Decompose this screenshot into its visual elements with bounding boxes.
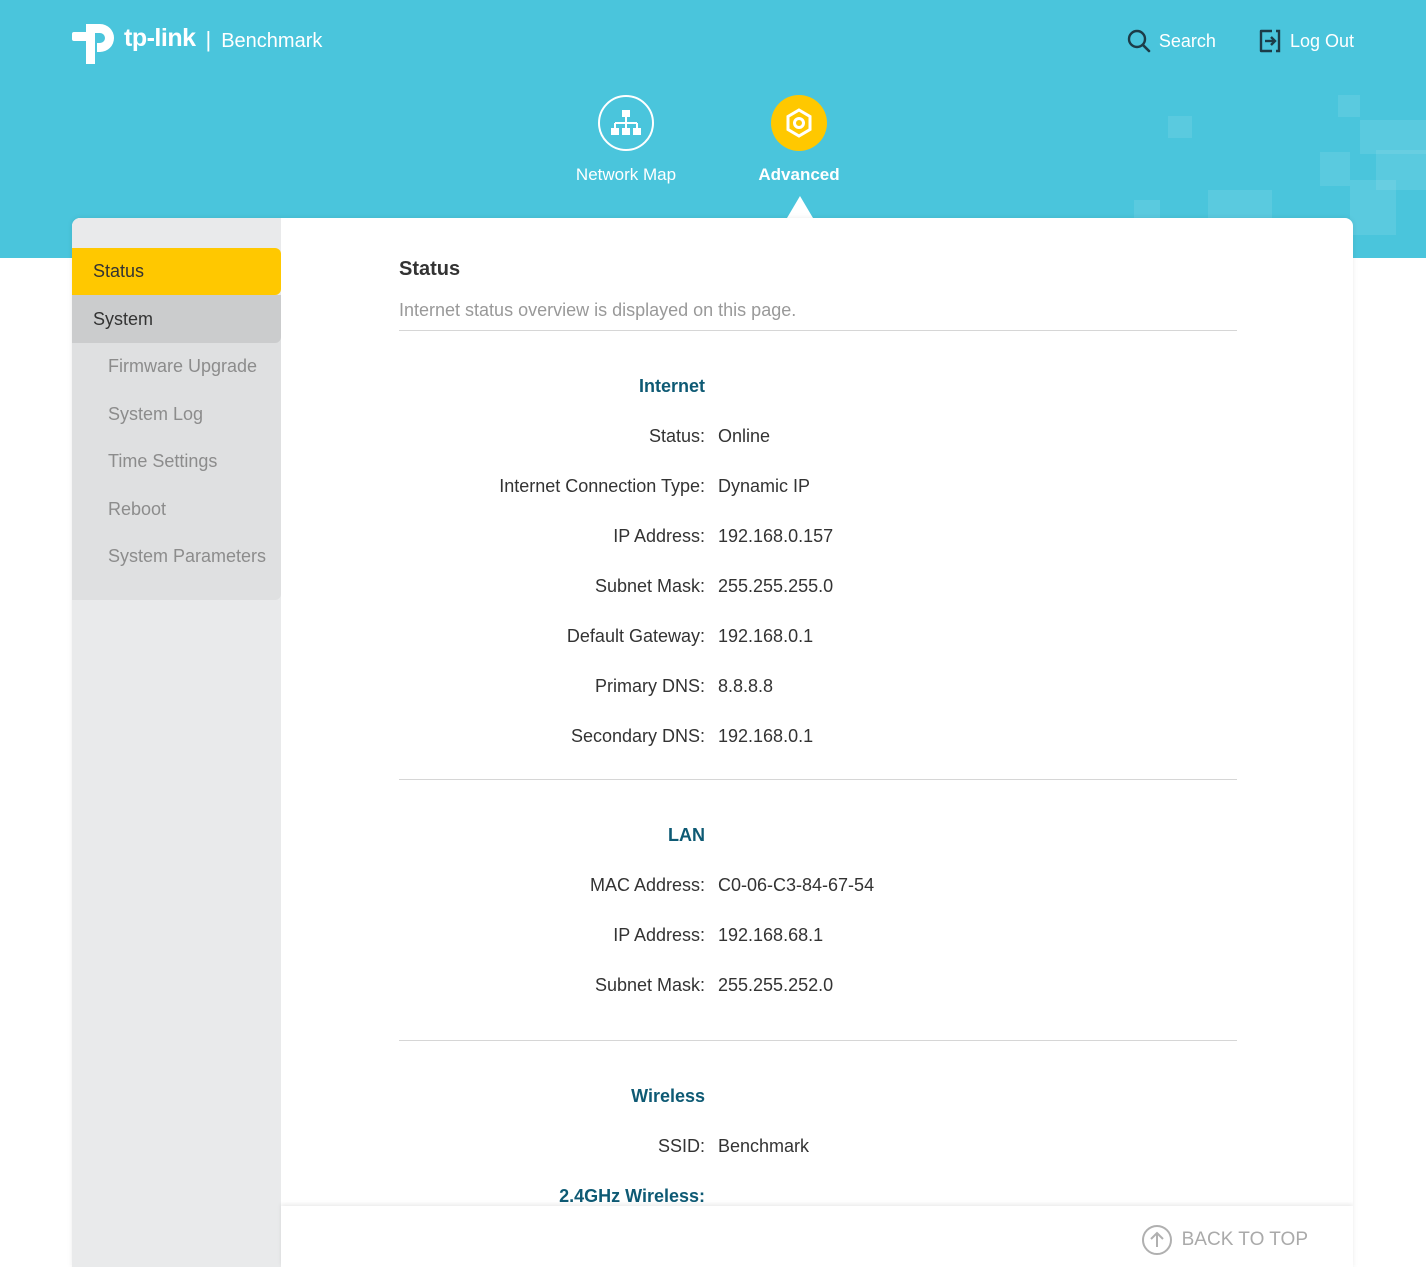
row-label: SSID: <box>657 1136 705 1156</box>
nav-network-map[interactable]: Network Map <box>556 95 696 185</box>
sidebar-item-system-log[interactable]: System Log <box>72 391 281 439</box>
arrow-up-circle-icon <box>1141 1225 1172 1255</box>
sidebar-item-status[interactable]: Status <box>72 248 281 295</box>
lan-subnet-value: 255.255.252.0 <box>718 975 834 995</box>
active-nav-pointer <box>787 196 813 218</box>
brand-name: tp-link <box>124 23 196 52</box>
advanced-gear-icon <box>771 95 827 151</box>
sidebar: Status System Firmware Upgrade System Lo… <box>72 218 281 1267</box>
wireless-24ghz-heading: 2.4GHz Wireless: <box>559 1186 705 1206</box>
nav-advanced[interactable]: Advanced <box>729 95 869 185</box>
lan-heading: LAN <box>668 825 705 845</box>
divider <box>399 330 1237 331</box>
lan-ip-value: 192.168.68.1 <box>718 925 824 945</box>
sidebar-item-time-settings[interactable]: Time Settings <box>72 438 281 486</box>
nav-network-map-label: Network Map <box>575 165 677 184</box>
row-label: Status: <box>648 426 705 446</box>
sidebar-item-firmware-upgrade[interactable]: Firmware Upgrade <box>72 343 281 391</box>
sidebar-item-system[interactable]: System <box>72 295 281 343</box>
internet-status-value: Online <box>718 426 771 446</box>
row-label: IP Address: <box>613 925 705 945</box>
internet-subnet-value: 255.255.255.0 <box>718 576 834 596</box>
page-description: Internet status overview is displayed on… <box>399 300 797 320</box>
ssid-value: Benchmark <box>718 1136 810 1156</box>
brand-separator: | <box>205 27 212 52</box>
back-to-top-button[interactable]: BACK TO TOP <box>1141 1224 1308 1256</box>
lan-mac-value: C0-06-C3-84-67-54 <box>718 875 875 895</box>
footer-bar: BACK TO TOP <box>281 1206 1353 1267</box>
internet-heading: Internet <box>638 376 705 396</box>
tp-link-logo-icon <box>72 18 120 64</box>
search-label: Search <box>1158 30 1216 51</box>
primary-dns-value: 8.8.8.8 <box>718 676 774 696</box>
logout-label: Log Out <box>1289 30 1354 51</box>
row-label: Primary DNS: <box>594 676 705 696</box>
sidebar-item-reboot[interactable]: Reboot <box>72 486 281 534</box>
row-label: Secondary DNS: <box>570 726 705 746</box>
search-button[interactable]: Search <box>1127 29 1216 53</box>
wireless-heading: Wireless <box>631 1086 705 1106</box>
network-map-icon <box>598 95 654 151</box>
search-icon <box>1127 29 1151 53</box>
default-gateway-value: 192.168.0.1 <box>718 626 814 646</box>
internet-ip-value: 192.168.0.157 <box>718 526 834 546</box>
sidebar-group-system: System Firmware Upgrade System Log Time … <box>72 295 281 600</box>
device-model: Benchmark <box>221 29 323 52</box>
row-label: MAC Address: <box>589 875 705 895</box>
row-label: Subnet Mask: <box>594 975 705 995</box>
tp-link-logo[interactable]: tp-link | Benchmark <box>72 18 322 64</box>
divider <box>399 779 1237 780</box>
connection-type-value: Dynamic IP <box>718 476 811 496</box>
sidebar-item-system-parameters[interactable]: System Parameters <box>72 533 281 581</box>
row-label: Internet Connection Type: <box>499 476 705 496</box>
main-card: Status System Firmware Upgrade System Lo… <box>72 218 1353 1267</box>
row-label: Default Gateway: <box>566 626 705 646</box>
back-to-top-label: BACK TO TOP <box>1181 1229 1308 1250</box>
row-label: Subnet Mask: <box>594 576 705 596</box>
logout-button[interactable]: Log Out <box>1258 28 1354 54</box>
nav-advanced-label: Advanced <box>758 165 840 184</box>
secondary-dns-value: 192.168.0.1 <box>718 726 814 746</box>
row-label: IP Address: <box>613 526 705 546</box>
logout-icon <box>1259 29 1281 53</box>
divider <box>399 1040 1237 1041</box>
page-title: Status <box>399 258 461 280</box>
